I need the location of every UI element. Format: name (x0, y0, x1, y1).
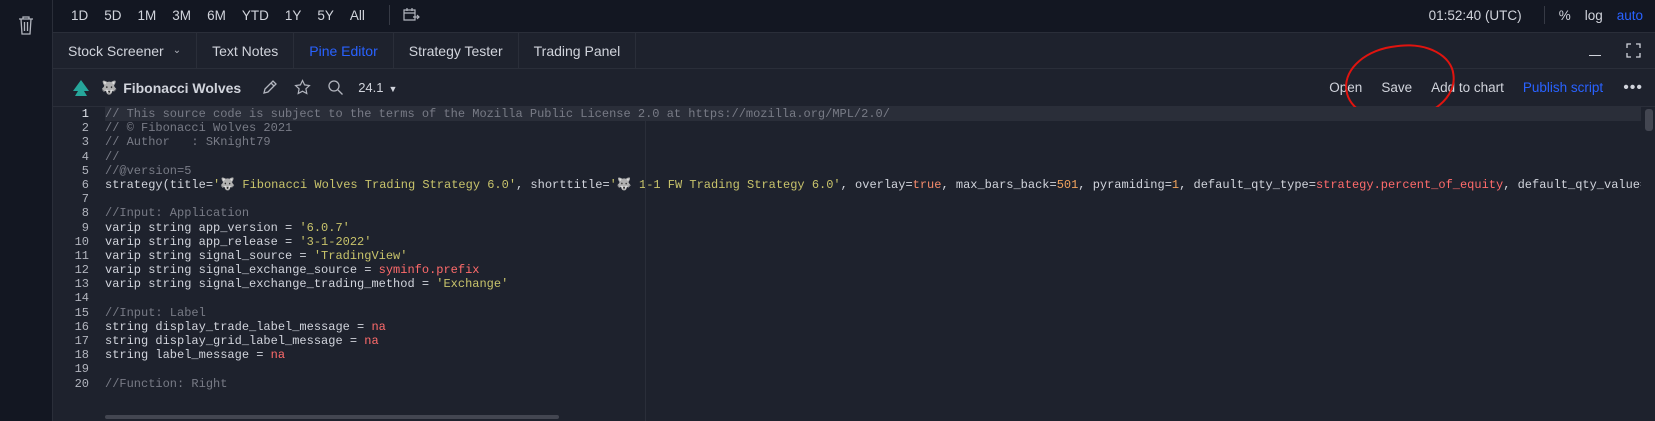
code-line[interactable]: strategy(title='🐺 Fibonacci Wolves Tradi… (105, 178, 1641, 192)
star-icon[interactable] (294, 79, 311, 96)
script-wolf-icon: 🐺 (101, 79, 118, 95)
range-button-ytd[interactable]: YTD (234, 8, 277, 23)
line-number: 4 (81, 149, 89, 164)
bottom-panel: Stock Screener ⌄ Text Notes Pine Editor Stra… (53, 32, 1655, 421)
tab-stock-screener[interactable]: Stock Screener ⌄ (53, 33, 198, 68)
line-number: 8 (81, 206, 89, 221)
indent-guide (645, 107, 646, 421)
code-area[interactable]: // This source code is subject to the te… (105, 107, 1641, 421)
code-editor[interactable]: 1 2 3 4 5 6 7 8 9 10 11 12 13 14 15 16 17 18 19 20 // This … (53, 107, 1655, 421)
left-rail (0, 0, 53, 421)
publish-script-button[interactable]: Publish script (1523, 80, 1603, 95)
version-label: 24.1 (358, 80, 384, 95)
range-button-1m[interactable]: 1M (130, 8, 165, 23)
chevron-down-icon[interactable]: ⌄ (173, 45, 181, 56)
trash-icon[interactable] (16, 14, 36, 36)
more-options-icon[interactable]: ••• (1623, 79, 1643, 97)
line-number: 17 (74, 334, 89, 348)
version-selector[interactable]: 24.1 ▼ (358, 80, 397, 95)
divider (388, 5, 390, 25)
code-line[interactable]: //Input: Application (105, 206, 1641, 220)
code-line[interactable]: varip string signal_source = 'TradingVie… (105, 249, 1641, 263)
line-number: 13 (74, 277, 89, 292)
code-line[interactable]: // This source code is subject to the te… (105, 107, 1641, 122)
vertical-scrollbar[interactable] (1645, 109, 1653, 131)
chevron-down-icon: ▼ (388, 84, 398, 94)
line-number: 15 (74, 305, 89, 320)
code-line[interactable]: varip string signal_exchange_trading_met… (105, 277, 1641, 291)
line-number: 12 (74, 263, 89, 278)
date-range-bar: 1D 5D 1M 3M 6M YTD 1Y 5Y All 01:52:40 (UTC) % lo… (53, 0, 1655, 30)
line-number: 2 (81, 121, 89, 136)
tab-text-notes[interactable]: Text Notes (197, 33, 295, 68)
pencil-icon[interactable] (261, 79, 278, 96)
search-icon[interactable] (327, 79, 344, 96)
line-number: 18 (74, 348, 89, 363)
range-buttons: 1D 5D 1M 3M 6M YTD 1Y 5Y All (53, 8, 373, 23)
code-line[interactable]: varip string app_version = '6.0.7' (105, 221, 1641, 235)
line-number: 19 (74, 362, 89, 377)
line-number: 1 (81, 107, 89, 121)
line-number-gutter: 1 2 3 4 5 6 7 8 9 10 11 12 13 14 15 16 17 18 19 20 (53, 107, 101, 421)
code-line[interactable] (105, 362, 1641, 376)
calendar-goto-icon[interactable] (402, 6, 420, 24)
range-button-all[interactable]: All (342, 8, 373, 23)
pine-logo-icon (73, 79, 89, 96)
log-toggle[interactable]: log (1585, 8, 1603, 23)
auto-toggle[interactable]: auto (1617, 8, 1643, 23)
tab-label: Stock Screener (68, 42, 164, 59)
range-button-5y[interactable]: 5Y (309, 8, 342, 23)
code-line[interactable]: // © Fibonacci Wolves 2021 (105, 121, 1641, 135)
line-number: 14 (74, 291, 89, 306)
tab-label: Text Notes (212, 42, 279, 59)
script-title[interactable]: Fibonacci Wolves (123, 80, 241, 96)
range-button-5d[interactable]: 5D (96, 8, 129, 23)
code-line[interactable] (105, 192, 1641, 206)
code-line[interactable] (105, 291, 1641, 305)
maximize-icon[interactable] (1626, 43, 1641, 58)
tab-label: Trading Panel (533, 42, 621, 59)
tab-label: Strategy Tester (408, 42, 503, 59)
line-number: 16 (74, 319, 89, 334)
line-number: 9 (81, 220, 89, 235)
code-line[interactable]: string label_message = na (105, 348, 1641, 362)
tab-strategy-tester[interactable]: Strategy Tester (394, 33, 519, 68)
code-line[interactable]: //Function: Right (105, 377, 1641, 391)
line-number: 7 (81, 192, 89, 207)
line-number: 3 (81, 135, 89, 150)
horizontal-scrollbar[interactable] (105, 415, 559, 419)
tab-pine-editor[interactable]: Pine Editor (294, 33, 394, 68)
percent-toggle[interactable]: % (1559, 8, 1571, 23)
line-number: 20 (74, 376, 89, 391)
code-line[interactable]: //Input: Label (105, 306, 1641, 320)
range-button-1d[interactable]: 1D (53, 8, 96, 23)
line-number: 10 (74, 234, 89, 249)
code-line[interactable]: varip string signal_exchange_source = sy… (105, 263, 1641, 277)
code-line[interactable]: string display_grid_label_message = na (105, 334, 1641, 348)
code-line[interactable]: varip string app_release = '3-1-2022' (105, 235, 1641, 249)
tab-trading-panel[interactable]: Trading Panel (519, 33, 637, 68)
utc-clock[interactable]: 01:52:40 (UTC) (1429, 8, 1522, 23)
divider (1543, 6, 1545, 24)
code-line[interactable]: // (105, 150, 1641, 164)
minimize-icon[interactable] (1589, 55, 1601, 56)
line-number: 6 (81, 177, 89, 192)
code-line[interactable]: string display_trade_label_message = na (105, 320, 1641, 334)
line-number: 5 (81, 163, 89, 178)
range-button-1y[interactable]: 1Y (277, 8, 310, 23)
code-line[interactable]: // Author : SKnight79 (105, 135, 1641, 149)
range-button-3m[interactable]: 3M (164, 8, 199, 23)
code-line[interactable]: //@version=5 (105, 164, 1641, 178)
range-button-6m[interactable]: 6M (199, 8, 234, 23)
tab-label: Pine Editor (309, 42, 378, 59)
pine-editor-toolbar: 🐺 Fibonacci Wolves 24.1 ▼ Open Save Add t… (53, 39, 1655, 127)
line-number: 11 (74, 248, 89, 263)
